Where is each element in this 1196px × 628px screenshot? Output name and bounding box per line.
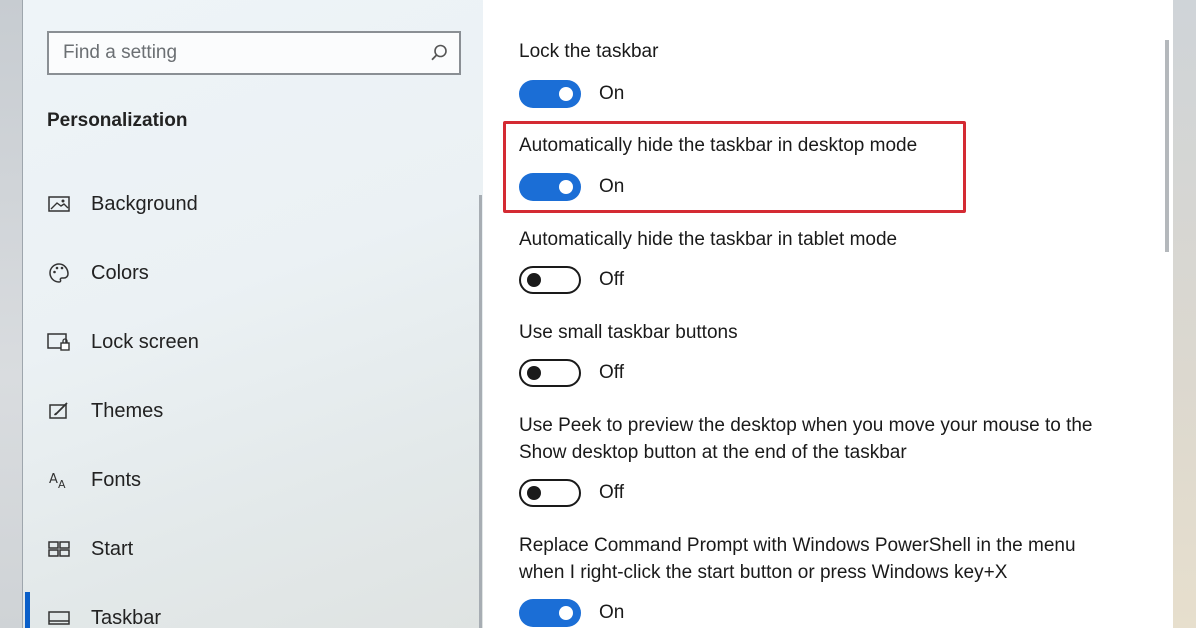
image-icon <box>45 191 73 217</box>
small-buttons-toggle[interactable] <box>519 359 581 387</box>
search-input[interactable] <box>49 33 419 73</box>
search-box[interactable] <box>47 31 461 75</box>
toggle-state-text: On <box>599 602 625 623</box>
sidebar-item-background[interactable]: Background <box>23 178 483 230</box>
start-icon <box>45 536 73 562</box>
autohide-tablet-toggle-row: Off <box>519 265 624 295</box>
powershell-toggle-row: On <box>519 598 624 628</box>
sidebar-item-label: Start <box>91 537 134 560</box>
sidebar-item-fonts[interactable]: A A Fonts <box>23 454 483 506</box>
toggle-knob <box>527 273 541 287</box>
section-title: Personalization <box>47 110 188 131</box>
desktop-background-left <box>0 0 22 628</box>
content-scrollbar[interactable] <box>1165 40 1169 252</box>
sidebar: Personalization Background Col <box>23 0 483 628</box>
autohide-desktop-toggle[interactable] <box>519 173 581 201</box>
small-buttons-toggle-row: Off <box>519 358 624 388</box>
sidebar-scrollbar[interactable] <box>479 195 482 628</box>
peek-toggle[interactable] <box>519 479 581 507</box>
sidebar-item-lock-screen[interactable]: Lock screen <box>23 316 483 368</box>
lock-taskbar-toggle-row: On <box>519 79 624 109</box>
sidebar-item-label: Themes <box>91 399 164 422</box>
sidebar-item-label: Taskbar <box>91 606 162 628</box>
setting-label: Lock the taskbar <box>519 41 659 62</box>
toggle-knob <box>527 366 541 380</box>
sidebar-item-start[interactable]: Start <box>23 523 483 575</box>
themes-icon <box>45 398 73 424</box>
sidebar-item-label: Background <box>91 192 198 215</box>
toggle-knob <box>527 486 541 500</box>
setting-label-line-2: Show desktop button at the end of the ta… <box>519 442 907 463</box>
palette-icon <box>45 260 73 286</box>
sidebar-item-label: Fonts <box>91 468 142 491</box>
autohide-tablet-toggle[interactable] <box>519 266 581 294</box>
powershell-toggle[interactable] <box>519 599 581 627</box>
setting-label: Automatically hide the taskbar in deskto… <box>519 135 918 156</box>
sidebar-item-label: Lock screen <box>91 330 199 353</box>
toggle-state-text: Off <box>599 482 624 503</box>
sidebar-item-label: Colors <box>91 261 149 284</box>
autohide-desktop-toggle-row: On <box>519 172 624 202</box>
setting-label: Automatically hide the taskbar in tablet… <box>519 229 898 250</box>
setting-label-line-1: Replace Command Prompt with Windows Powe… <box>519 535 1076 556</box>
settings-window: Personalization Background Col <box>22 0 1173 628</box>
desktop-background-right <box>1172 0 1196 628</box>
toggle-state-text: Off <box>599 269 624 290</box>
svg-text:A: A <box>58 478 66 491</box>
search-icon[interactable] <box>419 33 459 73</box>
svg-text:A: A <box>49 472 58 487</box>
toggle-knob <box>559 87 573 101</box>
taskbar-settings-panel: Lock the taskbar On Automatically hide t… <box>483 0 1173 628</box>
toggle-knob <box>559 180 573 194</box>
setting-label-line-1: Use Peek to preview the desktop when you… <box>519 415 1093 436</box>
lock-taskbar-toggle[interactable] <box>519 80 581 108</box>
taskbar-icon <box>45 605 73 628</box>
toggle-state-text: On <box>599 83 625 104</box>
toggle-state-text: Off <box>599 362 624 383</box>
sidebar-item-themes[interactable]: Themes <box>23 385 483 437</box>
lock-screen-icon <box>45 329 73 355</box>
toggle-knob <box>559 606 573 620</box>
sidebar-item-colors[interactable]: Colors <box>23 247 483 299</box>
setting-label: Use small taskbar buttons <box>519 322 738 343</box>
setting-label-line-2: when I right-click the start button or p… <box>519 562 1008 583</box>
peek-toggle-row: Off <box>519 478 624 508</box>
toggle-state-text: On <box>599 176 625 197</box>
sidebar-item-taskbar[interactable]: Taskbar <box>23 592 483 628</box>
fonts-icon: A A <box>45 467 73 493</box>
